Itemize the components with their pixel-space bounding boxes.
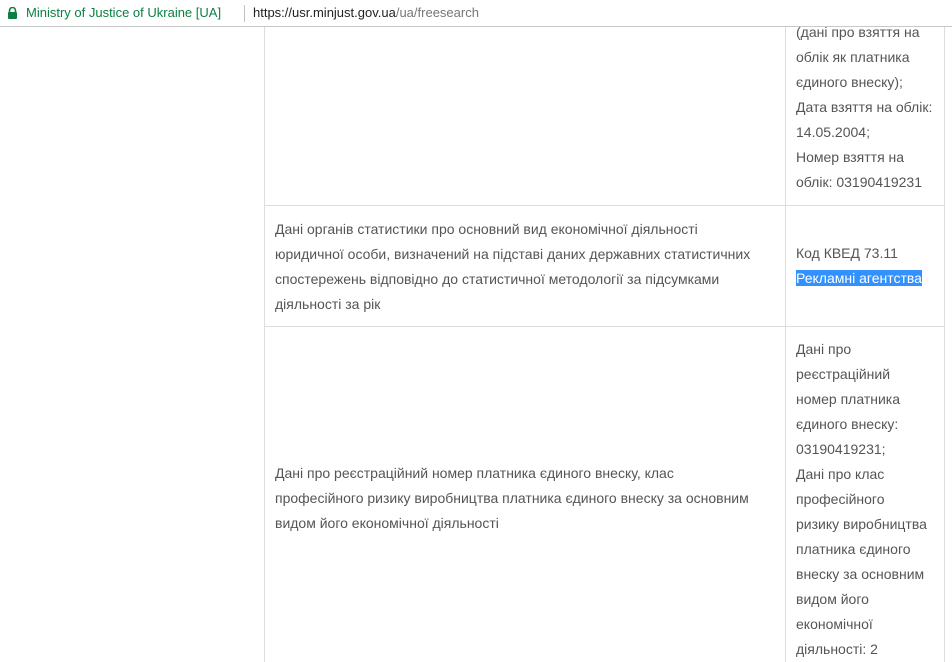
page-content: (дані про взяття на облік як платника єд… — [0, 27, 952, 662]
table-left-border — [264, 27, 265, 662]
value-line: єдиного внеску); — [796, 74, 903, 90]
value-line: 14.05.2004; — [796, 124, 870, 140]
value-line: Дані про клас — [796, 466, 885, 482]
value-line: облік: 03190419231 — [796, 174, 923, 190]
value-line: Дата взяття на облік: — [796, 99, 933, 115]
value-line: Номер взяття на — [796, 149, 905, 165]
value-line: внеску за основним — [796, 566, 925, 582]
value-line: професійного — [796, 491, 885, 507]
value-line: економічної — [796, 616, 873, 632]
label-line: видом його економічної діяльності — [275, 515, 499, 531]
label-line: Дані органів статистики про основний вид… — [275, 221, 698, 237]
kved-code: Код КВЕД 73.11 — [796, 245, 898, 261]
url-host: https://usr.minjust.gov.ua — [253, 5, 396, 20]
label-line: професійного ризику виробництва платника… — [275, 490, 749, 506]
url-path: /ua/freesearch — [395, 5, 479, 20]
row-label: Дані про реєстраційний номер платника єд… — [275, 461, 780, 536]
value-line: єдиного внеску: — [796, 416, 899, 432]
label-line: Дані про реєстраційний номер платника єд… — [275, 465, 674, 481]
value-line: облік як платника — [796, 49, 910, 65]
row-value: Код КВЕД 73.11 Рекламні агентства — [796, 241, 944, 291]
address-bar[interactable]: Ministry of Justice of Ukraine [UA] http… — [0, 0, 952, 27]
value-line: 03190419231; — [796, 441, 886, 457]
row-value: (дані про взяття на облік як платника єд… — [796, 27, 944, 195]
url-text[interactable]: https://usr.minjust.gov.ua/ua/freesearch — [253, 5, 479, 20]
row-label: Дані органів статистики про основний вид… — [275, 217, 780, 317]
value-line: Дані про — [796, 341, 852, 357]
table-column-divider — [785, 27, 786, 662]
row-divider — [264, 205, 945, 206]
row-value: Дані про реєстраційний номер платника єд… — [796, 337, 944, 662]
row-divider — [264, 326, 945, 327]
label-line: діяльності за рік — [275, 296, 381, 312]
value-line: ризику виробництва — [796, 516, 927, 532]
value-line: реєстраційний — [796, 366, 891, 382]
site-identity[interactable]: Ministry of Justice of Ukraine [UA] — [26, 5, 221, 20]
address-separator — [244, 5, 245, 22]
value-line: діяльності: 2 — [796, 641, 878, 657]
label-line: спостережень відповідно до статистичної … — [275, 271, 720, 287]
value-line: номер платника — [796, 391, 901, 407]
value-line: (дані про взяття на — [796, 27, 920, 40]
value-line: видом його — [796, 591, 869, 607]
table-right-border — [944, 27, 945, 662]
lock-icon — [8, 7, 17, 19]
label-line: юридичної особи, визначений на підставі … — [275, 246, 751, 262]
value-line: платника єдиного — [796, 541, 911, 557]
selected-text[interactable]: Рекламні агентства — [796, 270, 922, 286]
